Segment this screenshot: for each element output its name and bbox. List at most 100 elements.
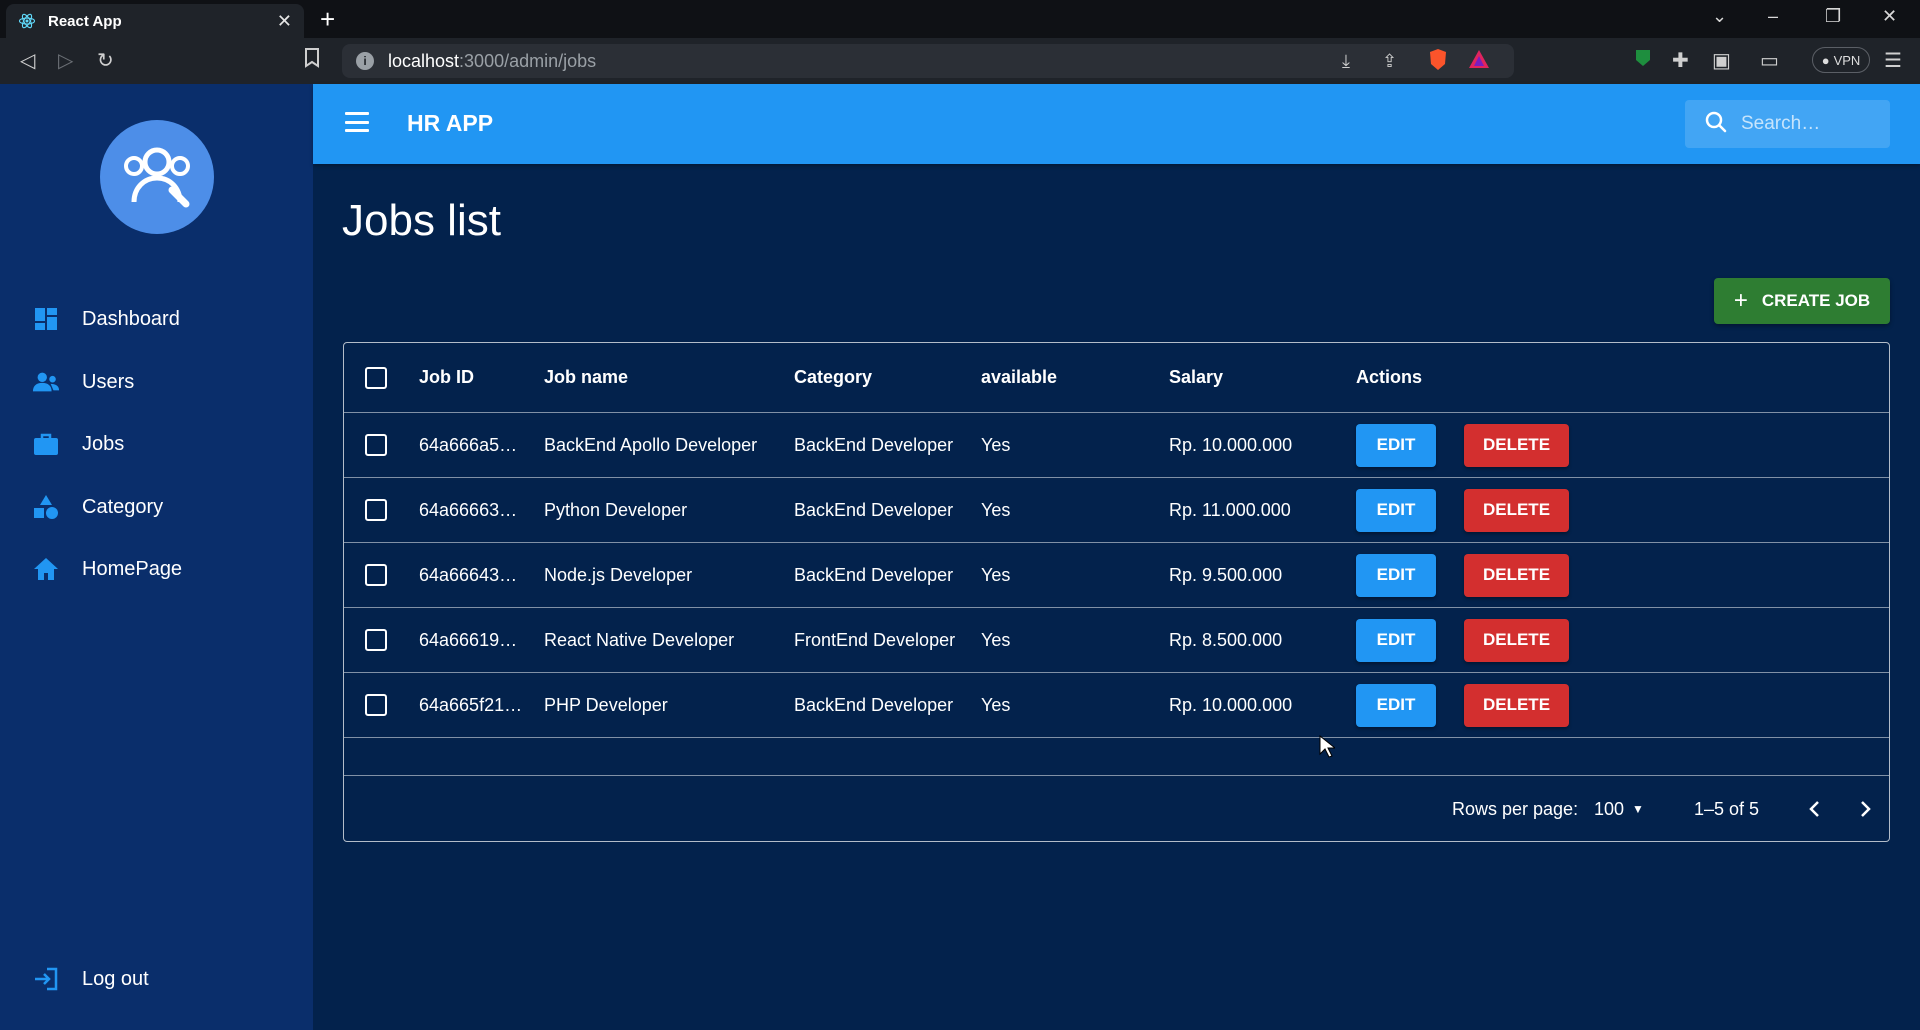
tab-title: React App: [48, 12, 122, 30]
sidebar-toggle-icon[interactable]: ▣: [1712, 48, 1731, 73]
reload-icon[interactable]: ↻: [97, 48, 114, 73]
delete-button[interactable]: DELETE: [1464, 488, 1569, 532]
edit-button[interactable]: EDIT: [1356, 488, 1436, 532]
row-checkbox[interactable]: [365, 608, 387, 672]
extension-icon[interactable]: [1632, 46, 1654, 74]
salary-cell: Rp. 10.000.000: [1169, 694, 1293, 715]
forward-icon[interactable]: ▷: [58, 48, 73, 73]
salary-cell: Rp. 10.000.000: [1169, 434, 1293, 455]
delete-button[interactable]: DELETE: [1464, 683, 1569, 727]
available-cell: Yes: [981, 629, 1011, 650]
edit-button[interactable]: EDIT: [1356, 683, 1436, 727]
column-header-actions: Actions: [1356, 367, 1423, 387]
column-header-category[interactable]: Category: [794, 343, 872, 412]
previous-page-icon[interactable]: [1808, 776, 1822, 842]
job-id-cell: 64a66619…: [419, 629, 518, 650]
job-id-cell: 64a66663…: [419, 499, 518, 520]
select-all-checkbox[interactable]: [365, 343, 387, 412]
job-name-cell: Node.js Developer: [544, 564, 693, 585]
delete-button[interactable]: DELETE: [1464, 618, 1569, 662]
restore-icon[interactable]: ❐: [1825, 6, 1841, 27]
new-tab-icon[interactable]: +: [320, 4, 335, 34]
dashboard-icon: [32, 305, 60, 333]
delete-button[interactable]: DELETE: [1464, 553, 1569, 597]
browser-tab[interactable]: React App ✕: [6, 4, 304, 38]
app-title: HR APP: [407, 110, 494, 136]
next-page-icon[interactable]: [1858, 776, 1872, 842]
salary-cell: Rp. 8.500.000: [1169, 629, 1283, 650]
sidebar-item-category[interactable]: Category: [32, 487, 163, 527]
mouse-cursor-icon: [1319, 734, 1337, 764]
job-name-cell: BackEnd Apollo Developer: [544, 434, 758, 455]
back-icon[interactable]: ◁: [20, 48, 35, 73]
create-job-label: CREATE JOB: [1761, 291, 1871, 310]
sidebar-item-users[interactable]: Users: [32, 362, 134, 402]
url-host: localhost: [388, 50, 460, 71]
edit-button[interactable]: EDIT: [1356, 423, 1436, 467]
home-icon: [32, 555, 60, 583]
category-cell: BackEnd Developer: [794, 434, 954, 455]
brave-shield-icon[interactable]: [1428, 48, 1448, 77]
table-row[interactable]: 64a66663… Python Developer BackEnd Devel…: [344, 478, 1889, 543]
close-tab-icon[interactable]: ✕: [277, 11, 292, 32]
bookmark-icon[interactable]: [304, 48, 320, 74]
download-icon[interactable]: ⤓: [1342, 51, 1350, 72]
app-logo: [100, 120, 214, 234]
menu-icon[interactable]: [345, 112, 369, 132]
job-id-cell: 64a66643…: [419, 564, 518, 585]
sidebar-item-dashboard[interactable]: Dashboard: [32, 299, 180, 339]
category-cell: FrontEnd Developer: [794, 629, 956, 650]
row-checkbox[interactable]: [365, 543, 387, 607]
address-bar[interactable]: i localhost:3000/admin/jobs ⤓ ⇪: [342, 44, 1514, 78]
browser-tab-bar: React App ✕ + ⌄ – ❐ ✕: [0, 0, 1920, 38]
available-cell: Yes: [981, 564, 1011, 585]
pagination-range: 1–5 of 5: [1694, 798, 1760, 819]
share-icon[interactable]: ⇪: [1382, 51, 1397, 72]
rows-per-page-label: Rows per page:: [1452, 798, 1579, 819]
table-row[interactable]: 64a666a5… BackEnd Apollo Developer BackE…: [344, 413, 1889, 478]
create-job-button[interactable]: + CREATE JOB: [1714, 278, 1890, 324]
search-box[interactable]: [1685, 100, 1890, 148]
row-checkbox[interactable]: [365, 673, 387, 737]
browser-menu-icon[interactable]: ☰: [1884, 48, 1902, 73]
users-icon: [32, 368, 60, 396]
rows-per-page-select[interactable]: 100 ▼: [1594, 776, 1644, 842]
table-row[interactable]: 64a66619… React Native Developer FrontEn…: [344, 608, 1889, 673]
delete-button[interactable]: DELETE: [1464, 423, 1569, 467]
browser-toolbar: ◁ ▷ ↻ i localhost:3000/admin/jobs ⤓ ⇪ ✚ …: [0, 38, 1920, 84]
minimize-icon[interactable]: –: [1768, 6, 1778, 27]
column-header-available[interactable]: available: [981, 343, 1057, 412]
brave-rewards-icon[interactable]: [1468, 48, 1490, 75]
close-window-icon[interactable]: ✕: [1882, 6, 1897, 27]
table-row[interactable]: 64a66643… Node.js Developer BackEnd Deve…: [344, 543, 1889, 608]
sidebar-item-homepage[interactable]: HomePage: [32, 549, 182, 589]
logout-icon: [32, 965, 60, 993]
extensions-puzzle-icon[interactable]: ✚: [1672, 48, 1689, 73]
logout-label: Log out: [82, 967, 149, 990]
edit-button[interactable]: EDIT: [1356, 553, 1436, 597]
job-name-cell: React Native Developer: [544, 629, 735, 650]
sidebar-item-jobs[interactable]: Jobs: [32, 424, 124, 464]
table-row[interactable]: 64a665f21… PHP Developer BackEnd Develop…: [344, 673, 1889, 738]
column-header-job-id[interactable]: Job ID: [419, 343, 474, 412]
vpn-button[interactable]: ● VPN: [1812, 47, 1870, 73]
search-input[interactable]: [1741, 113, 1871, 135]
column-header-job-name[interactable]: Job name: [544, 343, 628, 412]
tab-search-icon[interactable]: ⌄: [1712, 6, 1727, 27]
url-path: :3000/admin/jobs: [459, 50, 597, 71]
sidebar-item-label: Category: [82, 495, 164, 518]
table-pagination: Rows per page: 100 ▼ 1–5 of 5: [344, 775, 1889, 841]
site-info-icon[interactable]: i: [356, 52, 374, 70]
row-checkbox[interactable]: [365, 413, 387, 477]
wallet-icon[interactable]: ▭: [1760, 48, 1779, 73]
column-header-salary[interactable]: Salary: [1169, 343, 1223, 412]
logout-button[interactable]: Log out: [32, 959, 149, 999]
category-cell: BackEnd Developer: [794, 564, 954, 585]
sidebar-item-label: Jobs: [82, 432, 125, 455]
app-header: HR APP: [313, 84, 1920, 164]
row-checkbox[interactable]: [365, 478, 387, 542]
edit-button[interactable]: EDIT: [1356, 618, 1436, 662]
jobs-table: Job ID Job name Category available Salar…: [343, 342, 1890, 842]
available-cell: Yes: [981, 434, 1011, 455]
page-title: Jobs list: [342, 196, 501, 245]
